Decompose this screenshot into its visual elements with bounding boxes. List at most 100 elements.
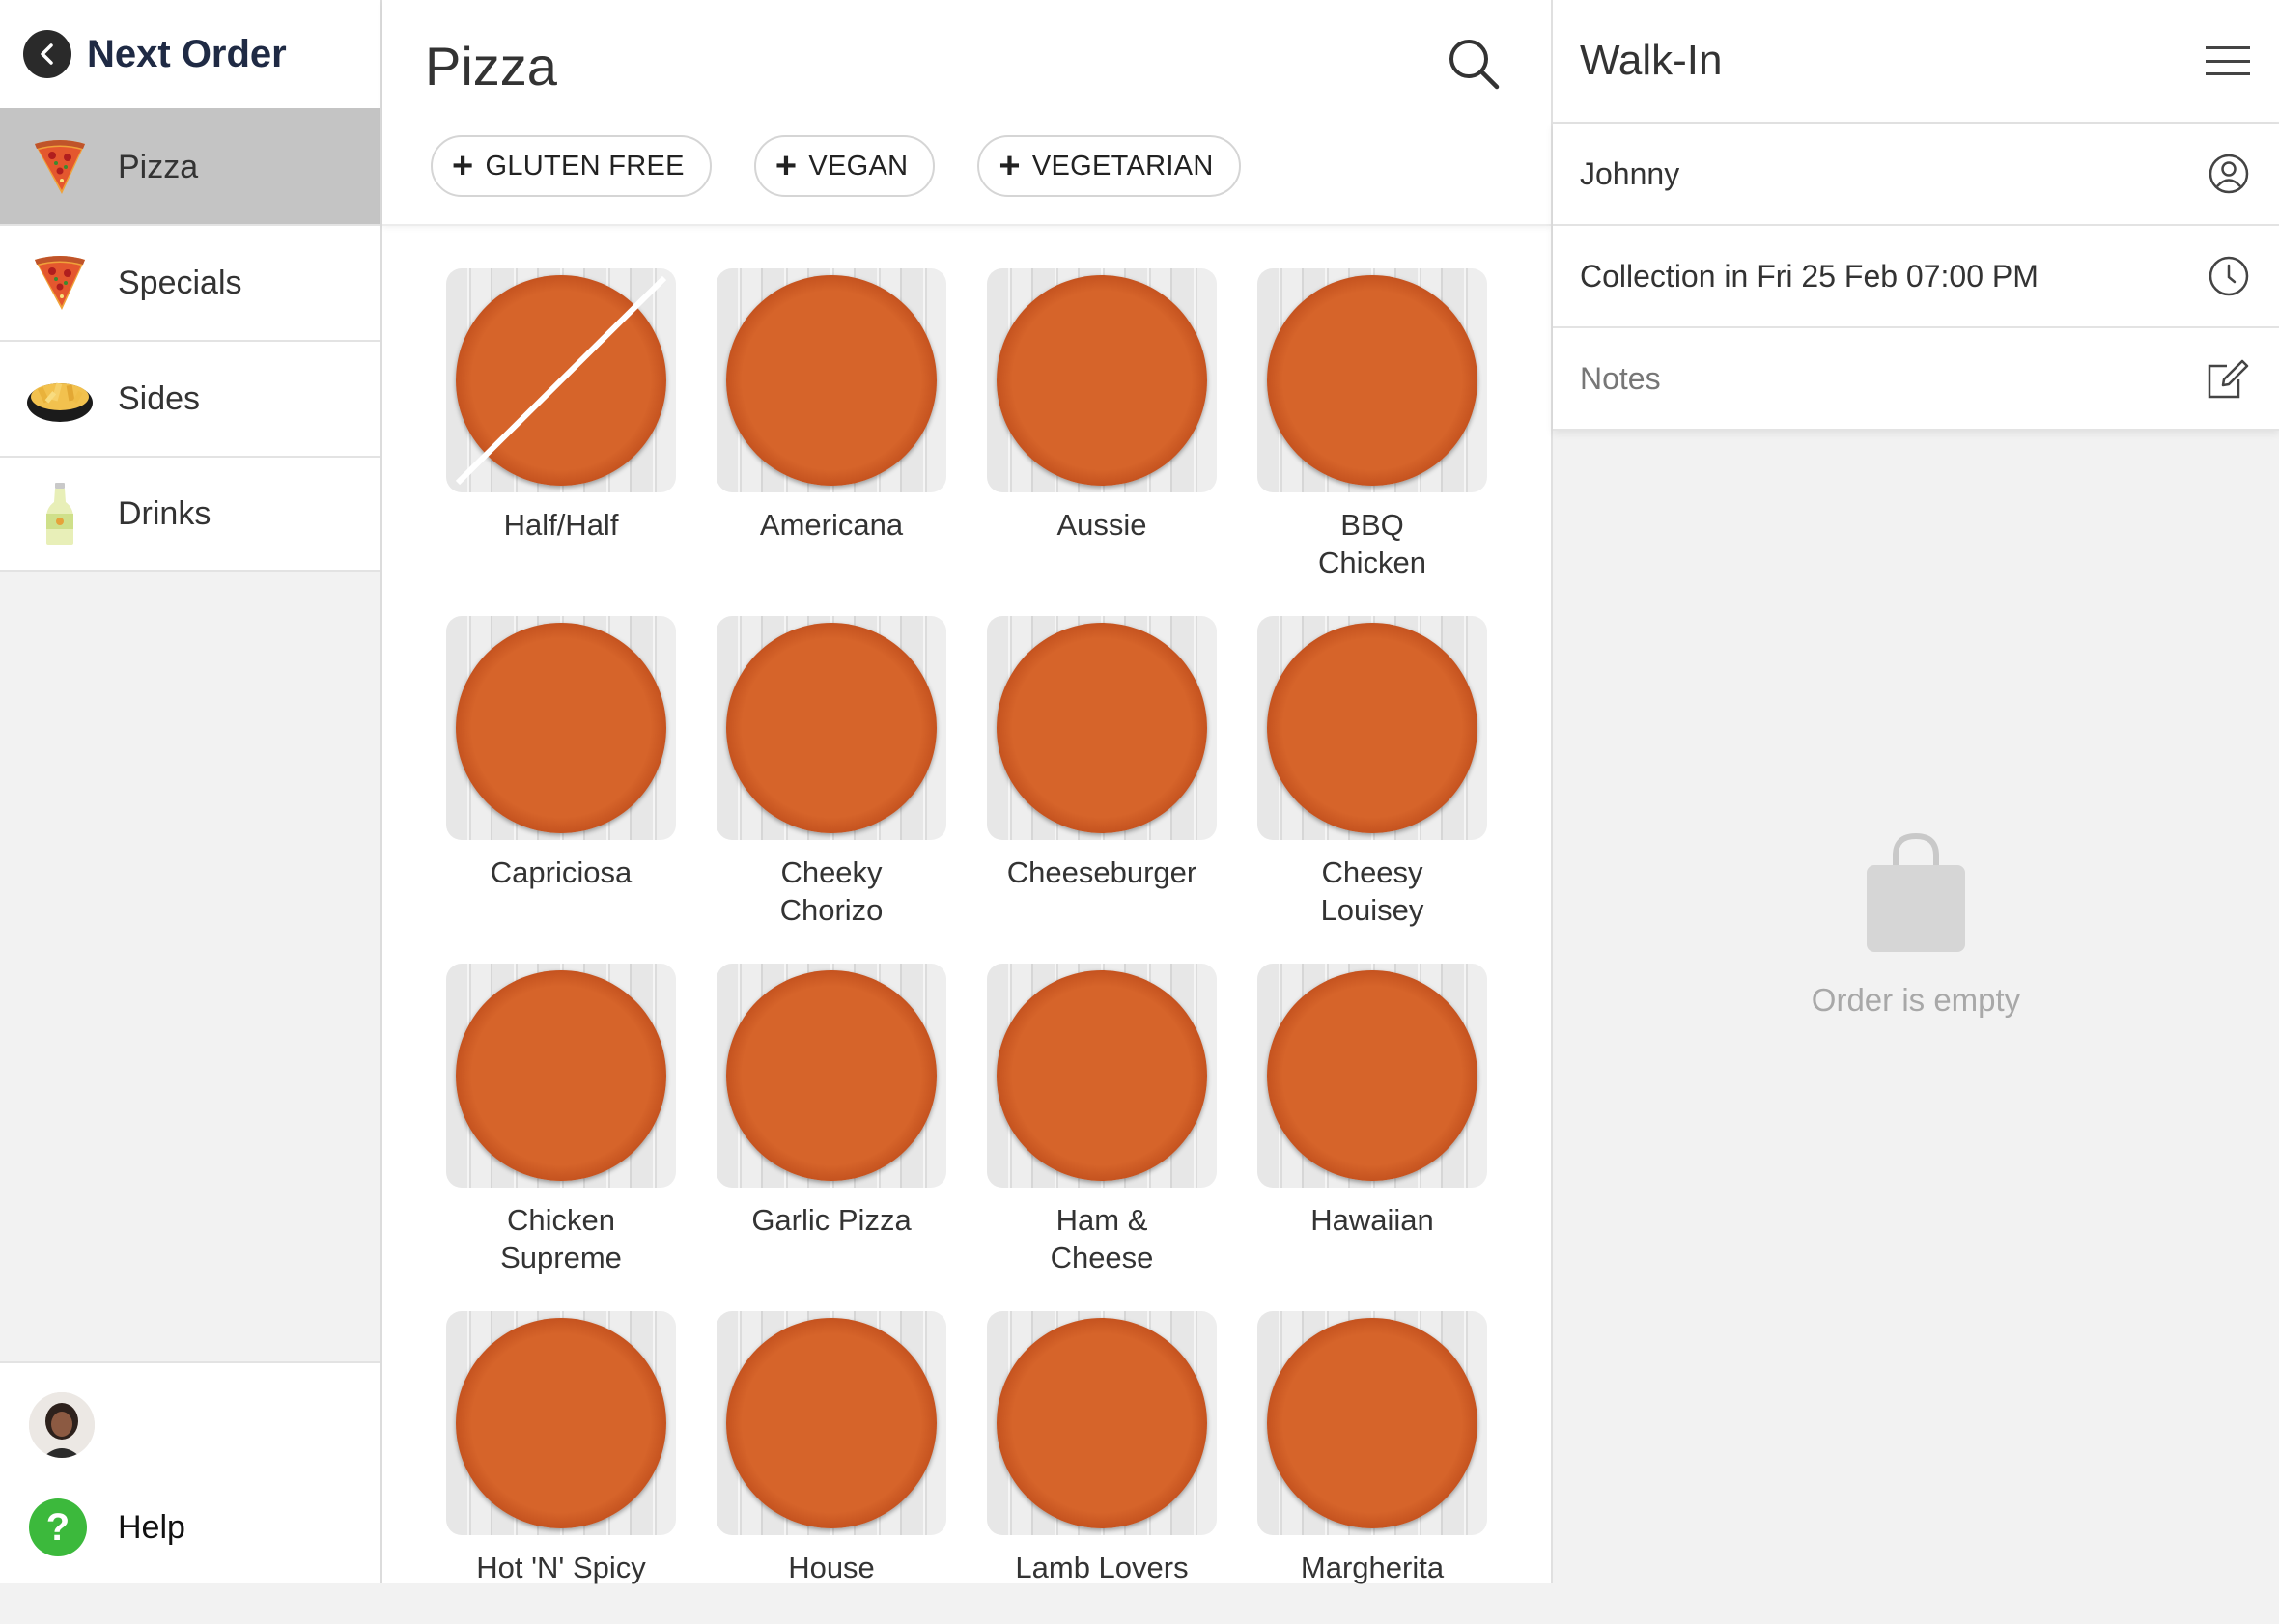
back-button[interactable] bbox=[23, 30, 71, 78]
collection-time-row[interactable]: Collection in Fri 25 Feb 07:00 PM bbox=[1553, 226, 2279, 328]
product-name: Lamb Lovers bbox=[1015, 1551, 1189, 1584]
product-name: Chicken Supreme bbox=[500, 1203, 622, 1274]
customer-name: Johnny bbox=[1580, 155, 1680, 191]
pizza-image bbox=[997, 1318, 1207, 1528]
product-image bbox=[717, 1311, 946, 1535]
product-card-garlic-pizza[interactable]: Garlic Pizza bbox=[717, 964, 946, 1276]
empty-order-state: Order is empty bbox=[1553, 830, 2279, 1019]
category-item-specials[interactable]: Specials bbox=[0, 224, 380, 340]
product-card-half-half[interactable]: Half/Half bbox=[446, 268, 676, 581]
product-name: Americana bbox=[759, 508, 904, 542]
category-item-drinks[interactable]: Drinks bbox=[0, 456, 380, 572]
product-card-americana[interactable]: Americana bbox=[717, 268, 946, 581]
product-image bbox=[717, 616, 946, 840]
search-button[interactable] bbox=[1445, 35, 1503, 93]
pizza-image bbox=[726, 275, 937, 486]
avatar[interactable] bbox=[29, 1392, 95, 1458]
pizza-image bbox=[726, 623, 937, 833]
hamburger-icon bbox=[2206, 46, 2250, 49]
help-button[interactable]: ? Help bbox=[29, 1498, 185, 1556]
product-card-ham-cheese[interactable]: Ham & Cheese bbox=[987, 964, 1217, 1276]
product-card-hot-n-spicy[interactable]: Hot 'N' Spicy bbox=[446, 1311, 676, 1624]
sidebar-title: Next Order bbox=[87, 32, 287, 75]
product-header: Pizza + GLUTEN FREE + VEGAN + VEGETARIAN bbox=[382, 0, 1551, 226]
product-card-cheesy-louisey[interactable]: Cheesy Louisey bbox=[1257, 616, 1487, 929]
pizza-image bbox=[1267, 623, 1477, 833]
product-card-cheeseburger[interactable]: Cheeseburger bbox=[987, 616, 1217, 929]
product-card-aussie[interactable]: Aussie bbox=[987, 268, 1217, 581]
pizza-image bbox=[1267, 970, 1477, 1181]
product-name: Garlic Pizza bbox=[751, 1203, 912, 1237]
pizza-slice-icon bbox=[25, 248, 95, 318]
product-card-cheeky-chorizo[interactable]: Cheeky Chorizo bbox=[717, 616, 946, 929]
pizza-slice-icon bbox=[25, 132, 95, 202]
product-image bbox=[446, 964, 676, 1188]
product-image bbox=[1257, 964, 1487, 1188]
product-name: House bbox=[788, 1551, 875, 1584]
product-card-house[interactable]: House bbox=[717, 1311, 946, 1624]
help-icon: ? bbox=[29, 1498, 87, 1556]
product-image bbox=[987, 964, 1217, 1188]
notes-row[interactable]: Notes bbox=[1553, 328, 2279, 431]
category-item-sides[interactable]: Sides bbox=[0, 340, 380, 456]
plus-icon: + bbox=[999, 146, 1021, 186]
product-card-bbq-chicken[interactable]: BBQ Chicken bbox=[1257, 268, 1487, 581]
help-label: Help bbox=[118, 1508, 185, 1546]
filter-label: GLUTEN FREE bbox=[485, 150, 685, 182]
product-image bbox=[717, 268, 946, 492]
product-image bbox=[446, 1311, 676, 1535]
order-type-title: Walk-In bbox=[1580, 37, 1723, 84]
category-label: Drinks bbox=[118, 494, 211, 532]
category-sidebar: Next Order Pizza Specials Sides Drinks ?… bbox=[0, 0, 382, 1583]
product-name: Aussie bbox=[1056, 508, 1147, 542]
plus-icon: + bbox=[452, 146, 474, 186]
filter-chips: + GLUTEN FREE + VEGAN + VEGETARIAN bbox=[431, 135, 1241, 197]
pizza-image bbox=[997, 623, 1207, 833]
order-header: Walk-In bbox=[1553, 0, 2279, 124]
collection-time: Collection in Fri 25 Feb 07:00 PM bbox=[1580, 258, 2039, 294]
category-item-pizza[interactable]: Pizza bbox=[0, 108, 380, 224]
product-image bbox=[1257, 268, 1487, 492]
filter-label: VEGETARIAN bbox=[1031, 150, 1214, 182]
pizza-image bbox=[1267, 275, 1477, 486]
product-panel: Pizza + GLUTEN FREE + VEGAN + VEGETARIAN bbox=[382, 0, 1551, 1584]
customer-row[interactable]: Johnny bbox=[1553, 124, 2279, 226]
product-card-hawaiian[interactable]: Hawaiian bbox=[1257, 964, 1487, 1276]
pizza-image bbox=[456, 1318, 666, 1528]
product-image bbox=[987, 1311, 1217, 1535]
order-details: Johnny Collection in Fri 25 Feb 07:00 PM… bbox=[1553, 124, 2279, 431]
product-grid: Half/Half Americana Aussie BBQ Chicken Ca… bbox=[446, 268, 1487, 1624]
pizza-image bbox=[997, 970, 1207, 1181]
menu-button[interactable] bbox=[2206, 46, 2250, 75]
filter-label: VEGAN bbox=[808, 150, 909, 182]
category-label: Pizza bbox=[118, 148, 199, 185]
pizza-image bbox=[726, 1318, 937, 1528]
notes-field: Notes bbox=[1580, 360, 1661, 396]
product-name: Cheeky Chorizo bbox=[779, 855, 884, 927]
edit-icon bbox=[2208, 359, 2249, 399]
product-name: Cheesy Louisey bbox=[1320, 855, 1424, 927]
product-name: Margherita bbox=[1300, 1551, 1445, 1584]
product-name: Capriciosa bbox=[490, 855, 633, 889]
filter-vegetarian[interactable]: + VEGETARIAN bbox=[977, 135, 1241, 197]
bottle-icon bbox=[25, 479, 95, 548]
product-card-margherita[interactable]: Margherita bbox=[1257, 1311, 1487, 1624]
category-label: Sides bbox=[118, 379, 201, 417]
filter-gluten-free[interactable]: + GLUTEN FREE bbox=[431, 135, 712, 197]
product-image bbox=[1257, 1311, 1487, 1535]
clock-icon bbox=[2209, 256, 2249, 296]
pizza-image bbox=[726, 970, 937, 1181]
product-name: Ham & Cheese bbox=[1050, 1203, 1154, 1274]
product-name: Hot 'N' Spicy bbox=[476, 1551, 646, 1584]
product-card-lamb-lovers[interactable]: Lamb Lovers bbox=[987, 1311, 1217, 1624]
product-image bbox=[446, 616, 676, 840]
pizza-image bbox=[456, 623, 666, 833]
filter-vegan[interactable]: + VEGAN bbox=[753, 135, 936, 197]
product-card-chicken-supreme[interactable]: Chicken Supreme bbox=[446, 964, 676, 1276]
user-icon bbox=[2209, 154, 2249, 194]
product-image bbox=[446, 268, 676, 492]
pizza-image bbox=[456, 970, 666, 1181]
pizza-image bbox=[997, 275, 1207, 486]
order-panel: Walk-In Johnny Collection in Fri 25 Feb … bbox=[1551, 0, 2279, 1583]
product-card-capriciosa[interactable]: Capriciosa bbox=[446, 616, 676, 929]
